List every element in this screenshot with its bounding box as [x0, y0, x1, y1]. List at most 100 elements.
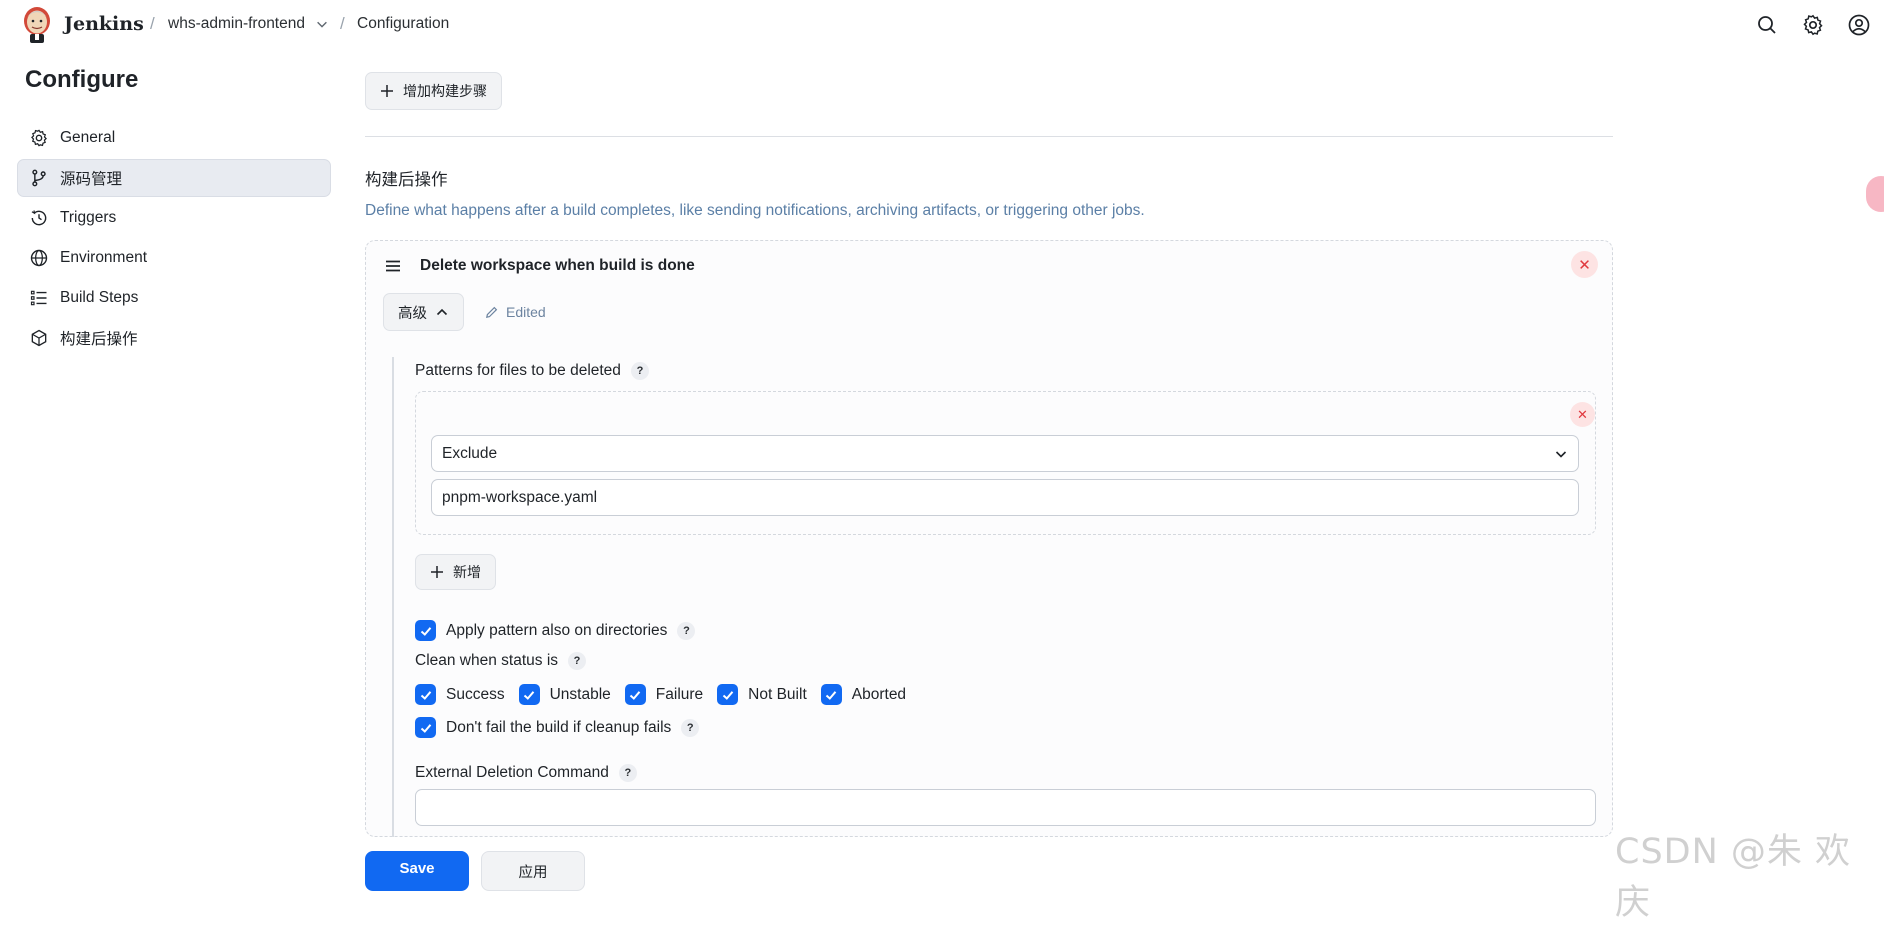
git-branch-icon: [32, 169, 46, 187]
checkbox-checked[interactable]: [415, 717, 436, 738]
status-label: Success: [446, 685, 505, 703]
status-label: Not Built: [748, 685, 807, 703]
checkbox-checked[interactable]: [624, 684, 646, 705]
card-header: Delete workspace when build is done: [384, 257, 695, 275]
chevron-down-icon[interactable]: [315, 17, 329, 31]
status-not-built-checkbox[interactable]: Not Built: [717, 684, 807, 705]
post-build-description: Define what happens after a build comple…: [365, 202, 1145, 219]
sidebar-item-build-steps[interactable]: Build Steps: [17, 279, 331, 317]
card-title: Delete workspace when build is done: [420, 257, 695, 274]
gear-icon: [31, 129, 47, 147]
external-cmd-label-row: External Deletion Command ?: [415, 764, 637, 782]
post-build-title: 构建后操作: [365, 171, 448, 189]
delete-workspace-card: Delete workspace when build is done ✕ 高级…: [365, 240, 1613, 837]
apply-dirs-label: Apply pattern also on directories: [446, 621, 668, 639]
checkbox-checked[interactable]: [518, 684, 540, 705]
edited-label: Edited: [506, 304, 546, 320]
drag-handle-icon[interactable]: [384, 257, 402, 275]
plus-icon: [431, 566, 443, 578]
sidebar-item-label: 源码管理: [60, 171, 123, 188]
patterns-label-text: Patterns for files to be deleted: [415, 362, 621, 379]
status-success-checkbox[interactable]: Success: [415, 684, 505, 705]
globe-icon: [30, 249, 48, 267]
breadcrumb-label[interactable]: Configuration: [357, 15, 449, 33]
help-icon[interactable]: ?: [677, 621, 696, 640]
breadcrumb-separator: /: [150, 14, 155, 33]
sidebar-item-source-management[interactable]: 源码管理: [17, 159, 331, 197]
sidebar-item-post-build[interactable]: 构建后操作: [17, 319, 331, 357]
help-icon[interactable]: ?: [618, 764, 637, 782]
pattern-type-select[interactable]: Exclude: [431, 435, 1579, 472]
remove-pattern-close-icon[interactable]: ✕: [1570, 402, 1595, 427]
help-icon[interactable]: ?: [681, 718, 700, 737]
check-icon: [630, 690, 641, 700]
sidebar-item-label: 构建后操作: [60, 331, 138, 348]
sidebar-item-environment[interactable]: Environment: [17, 239, 331, 277]
help-icon[interactable]: ?: [568, 652, 587, 670]
status-aborted-checkbox[interactable]: Aborted: [820, 684, 906, 705]
clock-icon: [31, 210, 47, 226]
watermark: CSDN @朱 欢 庆: [1615, 832, 1852, 923]
status-failure-checkbox[interactable]: Failure: [624, 684, 704, 705]
advanced-label: 高级: [398, 305, 427, 322]
user-account-icon[interactable]: [1847, 13, 1871, 37]
search-icon[interactable]: [1755, 13, 1779, 37]
cube-icon: [31, 329, 47, 347]
sidebar-nav: General 源码管理 Triggers Environment Build …: [17, 119, 331, 359]
clean-status-label: Clean when status is: [415, 652, 559, 669]
pattern-type-value: Exclude: [442, 444, 498, 462]
remove-step-close-icon[interactable]: ✕: [1571, 251, 1598, 278]
status-label: Failure: [655, 685, 704, 703]
side-widget-tab[interactable]: [1866, 176, 1884, 212]
breadcrumb-label[interactable]: whs-admin-frontend: [168, 15, 305, 33]
dont-fail-row: Don't fail the build if cleanup fails ?: [415, 717, 700, 738]
list-icon: [30, 290, 47, 306]
checkbox-checked[interactable]: [820, 684, 842, 705]
checkbox-checked[interactable]: [717, 684, 739, 705]
apply-dirs-row: Apply pattern also on directories ?: [415, 620, 696, 641]
dont-fail-label: Don't fail the build if cleanup fails: [446, 718, 672, 736]
advanced-section: Patterns for files to be deleted ? ✕ Exc…: [392, 357, 1602, 837]
save-button[interactable]: Save: [365, 851, 469, 891]
sidebar-item-label: Build Steps: [60, 289, 139, 306]
dont-fail-checkbox[interactable]: Don't fail the build if cleanup fails: [415, 717, 671, 738]
chevron-down-icon: [1555, 451, 1567, 458]
pattern-value-input[interactable]: pnpm-workspace.yaml: [431, 479, 1579, 516]
sidebar-item-triggers[interactable]: Triggers: [17, 199, 331, 237]
add-pattern-label: 新增: [453, 564, 481, 580]
checkbox-checked[interactable]: [415, 620, 436, 641]
advanced-toggle-button[interactable]: 高级: [383, 293, 464, 331]
breadcrumb-item-project[interactable]: whs-admin-frontend: [168, 15, 329, 33]
checkbox-checked[interactable]: [415, 684, 436, 705]
status-unstable-checkbox[interactable]: Unstable: [518, 684, 611, 705]
jenkins-logo-icon[interactable]: [22, 5, 52, 43]
external-cmd-label: External Deletion Command: [415, 764, 609, 781]
check-icon: [523, 690, 535, 700]
brand-name[interactable]: Jenkins: [64, 13, 144, 35]
sidebar-item-label: General: [60, 129, 116, 146]
check-icon: [826, 690, 837, 700]
add-build-step-button[interactable]: 增加构建步骤: [365, 72, 502, 110]
sidebar-title: Configure: [25, 66, 139, 93]
plus-icon: [381, 85, 393, 97]
pattern-entry: ✕ Exclude pnpm-workspace.yaml: [415, 391, 1596, 535]
help-icon[interactable]: ?: [630, 362, 649, 380]
gear-icon[interactable]: [1801, 13, 1825, 37]
external-cmd-input[interactable]: [415, 789, 1596, 826]
sidebar-item-label: Triggers: [60, 209, 117, 226]
check-icon: [722, 690, 733, 700]
chevron-up-icon: [436, 308, 448, 316]
section-divider: [365, 136, 1613, 137]
apply-dirs-checkbox[interactable]: Apply pattern also on directories: [415, 620, 667, 641]
breadcrumb-separator: /: [340, 14, 345, 33]
pencil-icon: [486, 306, 498, 318]
patterns-field-label: Patterns for files to be deleted ?: [415, 362, 649, 380]
sidebar-item-general[interactable]: General: [17, 119, 331, 157]
apply-button[interactable]: 应用: [481, 851, 585, 891]
add-pattern-button[interactable]: 新增: [415, 554, 496, 590]
top-bar: Jenkins / whs-admin-frontend / Configura…: [0, 0, 1884, 50]
add-build-step-label: 增加构建步骤: [403, 83, 487, 99]
check-icon: [420, 723, 431, 733]
breadcrumb-item-configuration[interactable]: Configuration: [357, 15, 449, 33]
check-icon: [420, 626, 431, 636]
